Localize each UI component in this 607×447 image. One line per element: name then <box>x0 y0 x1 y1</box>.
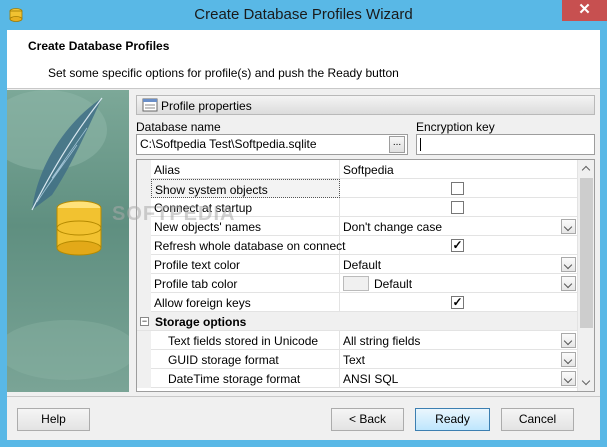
scroll-thumb[interactable] <box>580 178 593 328</box>
property-row[interactable]: Show system objects <box>137 179 578 198</box>
property-name: Alias <box>151 160 340 179</box>
property-value <box>340 198 578 217</box>
wizard-header: Create Database Profiles Set some specif… <box>7 30 600 89</box>
wizard-client: Create Database Profiles Set some specif… <box>7 30 600 440</box>
property-row[interactable]: GUID storage format Text <box>137 350 578 369</box>
property-row[interactable]: Text fields stored in Unicode All string… <box>137 331 578 350</box>
property-name: Show system objects <box>151 179 340 198</box>
feather-database-illustration <box>7 90 129 380</box>
select-value: Default <box>374 277 413 291</box>
title-bar: Create Database Profiles Wizard ✕ <box>0 0 607 30</box>
row-gutter <box>137 160 151 179</box>
database-name-label: Database name <box>136 120 221 134</box>
select-value: Default <box>343 258 382 272</box>
chevron-down-icon[interactable] <box>561 219 576 234</box>
property-grid[interactable]: Alias Softpedia Show system objects Conn… <box>136 159 595 392</box>
property-name: Profile text color <box>151 255 340 274</box>
row-gutter <box>137 331 151 350</box>
collapse-icon[interactable]: − <box>140 317 149 326</box>
database-name-field[interactable]: C:\Softpedia Test\Softpedia.sqlite <box>136 134 408 155</box>
profile-text-color-select[interactable]: Default <box>340 255 578 274</box>
row-gutter <box>137 350 151 369</box>
scroll-up-icon[interactable] <box>578 160 594 177</box>
back-button[interactable]: < Back <box>331 408 404 431</box>
property-row[interactable]: Allow foreign keys ✓ <box>137 293 578 312</box>
browse-button[interactable]: ... <box>389 136 405 153</box>
property-value: ✓ <box>340 236 578 255</box>
watermark: SOFTPEDIA <box>112 203 236 225</box>
select-value: ANSI SQL <box>343 372 399 386</box>
unicode-fields-select[interactable]: All string fields <box>340 331 578 350</box>
property-row[interactable]: Refresh whole database on connect ✓ <box>137 236 578 255</box>
new-objects-names-select[interactable]: Don't change case <box>340 217 578 236</box>
chevron-down-icon[interactable] <box>561 371 576 386</box>
row-gutter <box>137 236 151 255</box>
window-title: Create Database Profiles Wizard <box>194 6 413 23</box>
property-name: Allow foreign keys <box>151 293 340 312</box>
refresh-database-checkbox[interactable]: ✓ <box>451 239 464 252</box>
chevron-down-icon[interactable] <box>561 276 576 291</box>
profile-tab-color-select[interactable]: Default <box>340 274 578 293</box>
property-row[interactable]: Alias Softpedia <box>137 160 578 179</box>
select-value: All string fields <box>343 334 421 348</box>
encryption-key-field[interactable] <box>416 134 595 155</box>
property-name: Text fields stored in Unicode <box>151 331 340 350</box>
select-value: Text <box>343 353 366 367</box>
page-subtitle: Set some specific options for profile(s)… <box>48 66 399 80</box>
alias-input[interactable]: Softpedia <box>340 160 578 179</box>
color-swatch <box>343 276 369 291</box>
text-cursor <box>420 138 421 152</box>
ready-button[interactable]: Ready <box>415 408 490 431</box>
chevron-down-icon[interactable] <box>561 352 576 367</box>
vertical-scrollbar[interactable] <box>577 160 594 391</box>
guid-format-select[interactable]: Text <box>340 350 578 369</box>
footer-divider <box>7 396 600 397</box>
property-name: Refresh whole database on connect <box>151 236 345 255</box>
allow-foreign-keys-checkbox[interactable]: ✓ <box>451 296 464 309</box>
select-value: Don't change case <box>343 220 443 234</box>
section-label: Profile properties <box>161 99 252 113</box>
storage-options-group[interactable]: − Storage options <box>137 312 578 331</box>
help-button[interactable]: Help <box>17 408 90 431</box>
row-gutter <box>137 293 151 312</box>
chevron-down-icon[interactable] <box>561 333 576 348</box>
close-button[interactable]: ✕ <box>562 0 607 21</box>
page-title: Create Database Profiles <box>28 39 170 53</box>
property-value <box>340 179 578 198</box>
property-name: GUID storage format <box>151 350 340 369</box>
connect-at-startup-checkbox[interactable] <box>451 201 464 214</box>
datetime-format-select[interactable]: ANSI SQL <box>340 369 578 388</box>
property-value: ✓ <box>340 293 578 312</box>
profile-properties-header: Profile properties <box>136 95 595 115</box>
row-gutter <box>137 255 151 274</box>
properties-icon <box>142 98 158 112</box>
cancel-button[interactable]: Cancel <box>501 408 574 431</box>
property-row[interactable]: Profile text color Default <box>137 255 578 274</box>
property-row[interactable]: DateTime storage format ANSI SQL <box>137 369 578 388</box>
show-system-objects-checkbox[interactable] <box>451 182 464 195</box>
group-label: Storage options <box>155 315 247 329</box>
row-gutter <box>137 369 151 388</box>
chevron-down-icon[interactable] <box>561 257 576 272</box>
property-name: Profile tab color <box>151 274 340 293</box>
scroll-down-icon[interactable] <box>578 374 594 391</box>
wizard-art-panel <box>7 90 129 392</box>
property-row[interactable]: Profile tab color Default <box>137 274 578 293</box>
row-gutter <box>137 274 151 293</box>
row-gutter <box>137 179 151 198</box>
property-name: DateTime storage format <box>151 369 340 388</box>
encryption-key-label: Encryption key <box>416 120 495 134</box>
